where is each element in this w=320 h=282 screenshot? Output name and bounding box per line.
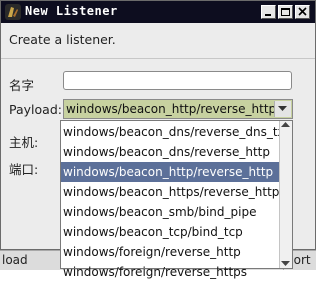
minimize-button[interactable] <box>261 5 276 19</box>
payload-select[interactable]: windows/beacon_http/reverse_http <box>63 99 293 119</box>
dropdown-option-selected[interactable]: windows/beacon_http/reverse_http <box>61 162 280 182</box>
dropdown-option[interactable]: windows/beacon_tcp/bind_tcp <box>61 222 280 242</box>
dropdown-arrow-button[interactable] <box>274 101 291 117</box>
chevron-down-icon <box>278 106 287 111</box>
payload-dropdown-list[interactable]: windows/beacon_dns/reverse_dns_txt windo… <box>60 120 293 279</box>
name-input[interactable] <box>63 71 292 90</box>
maximize-button[interactable] <box>278 5 293 19</box>
scroll-up-icon[interactable] <box>281 122 290 128</box>
app-icon <box>5 4 21 20</box>
host-label: 主机: <box>9 135 39 150</box>
dropdown-scrollbar[interactable] <box>279 121 292 268</box>
bottom-left-text[interactable]: load <box>2 253 28 267</box>
port-label: 端口: <box>9 162 39 177</box>
window-title: New Listener <box>25 4 118 18</box>
title-bar[interactable]: New Listener <box>1 1 315 23</box>
scroll-down-icon[interactable] <box>281 261 290 267</box>
name-label: 名字 <box>9 78 35 93</box>
payload-select-value: windows/beacon_http/reverse_http <box>66 102 277 116</box>
dropdown-option[interactable]: windows/beacon_smb/bind_pipe <box>61 202 280 222</box>
dropdown-option[interactable]: windows/foreign/reverse_http <box>61 242 280 262</box>
dropdown-option[interactable]: windows/beacon_https/reverse_https <box>61 182 280 202</box>
divider <box>1 58 315 59</box>
dropdown-option[interactable]: windows/beacon_dns/reverse_http <box>61 142 280 162</box>
payload-label: Payload: <box>9 102 62 117</box>
close-button[interactable] <box>295 5 310 19</box>
dialog-subtitle: Create a listener. <box>9 32 116 47</box>
dropdown-option[interactable]: windows/beacon_dns/reverse_dns_txt <box>61 122 280 142</box>
dropdown-option[interactable]: windows/foreign/reverse_https <box>61 262 280 282</box>
